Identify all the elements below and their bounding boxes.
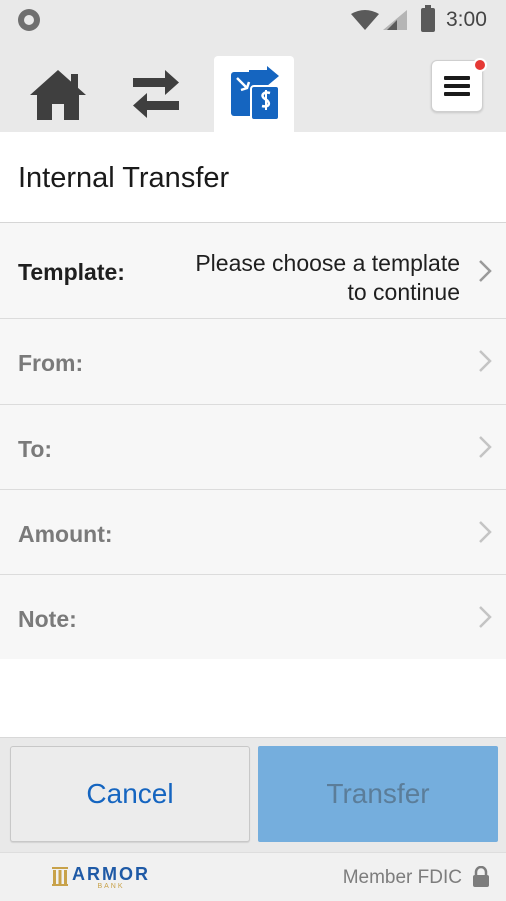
amount-label: Amount: xyxy=(18,521,113,547)
wifi-icon xyxy=(351,10,379,30)
to-label: To: xyxy=(18,436,53,462)
tab-home[interactable] xyxy=(18,56,98,132)
member-fdic-text: Member FDIC xyxy=(342,867,462,888)
to-account-field[interactable]: To: xyxy=(0,405,506,490)
bank-building-icon xyxy=(52,867,68,886)
lock-icon xyxy=(473,866,489,887)
transfer-button[interactable]: Transfer xyxy=(258,746,498,842)
notification-indicator-icon xyxy=(18,9,40,31)
from-account-field[interactable]: From: xyxy=(0,319,506,405)
cancel-button[interactable]: Cancel xyxy=(10,746,250,842)
page-title: Internal Transfer xyxy=(18,162,230,194)
note-label: Note: xyxy=(18,606,77,632)
tab-money-transfer[interactable] xyxy=(214,56,294,132)
status-time: 3:00 xyxy=(446,8,487,31)
chevron-right-icon xyxy=(479,260,492,282)
battery-icon xyxy=(421,5,435,32)
signal-icon xyxy=(383,10,407,30)
home-icon xyxy=(30,70,86,120)
bank-sub: BANK xyxy=(97,883,125,890)
template-label: Template: xyxy=(18,259,125,285)
action-bar: Cancel Transfer xyxy=(0,737,506,853)
bank-logo: ARMOR BANK xyxy=(52,865,150,891)
status-bar: 3:00 xyxy=(0,0,506,40)
from-label: From: xyxy=(18,350,84,376)
top-nav xyxy=(0,40,506,132)
template-value: Please choose a template to continue xyxy=(140,249,460,307)
page-header: Internal Transfer xyxy=(0,132,506,223)
footer: ARMOR BANK Member FDIC xyxy=(0,852,506,901)
note-field[interactable]: Note: xyxy=(0,575,506,660)
transfer-arrows-icon xyxy=(133,70,179,118)
chevron-right-icon xyxy=(479,350,492,372)
tab-transfers[interactable] xyxy=(116,56,196,132)
notification-badge xyxy=(473,58,487,72)
money-transfer-icon xyxy=(231,66,280,121)
hamburger-menu-icon xyxy=(444,76,470,96)
amount-field[interactable]: Amount: xyxy=(0,490,506,575)
chevron-right-icon xyxy=(479,521,492,543)
template-selector[interactable]: Template: Please choose a template to co… xyxy=(0,223,506,319)
bank-name: ARMOR xyxy=(72,864,150,884)
chevron-right-icon xyxy=(479,436,492,458)
chevron-right-icon xyxy=(479,606,492,628)
template-value-line2: to continue xyxy=(347,279,460,305)
form-spacer xyxy=(0,659,506,737)
template-value-line1: Please choose a template xyxy=(195,250,460,276)
